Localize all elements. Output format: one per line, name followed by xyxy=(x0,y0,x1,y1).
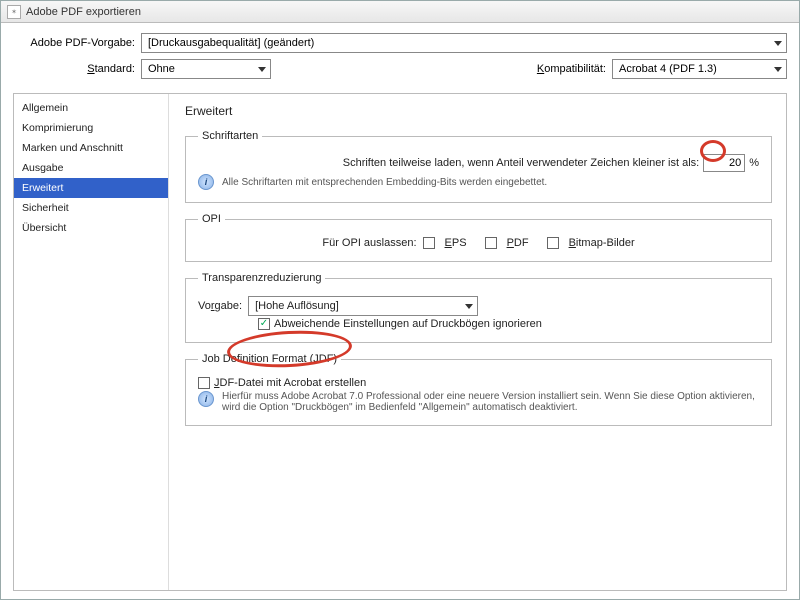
jdf-hint: Hierfür muss Adobe Acrobat 7.0 Professio… xyxy=(222,391,759,413)
trans-override-checkbox[interactable]: ✓ xyxy=(258,318,270,330)
trans-preset-value: [Hohe Auflösung] xyxy=(255,300,339,312)
compat-dropdown[interactable]: Acrobat 4 (PDF 1.3) xyxy=(612,59,787,79)
jdf-cb-row: JDF-Datei mit Acrobat erstellen xyxy=(198,377,759,389)
window-title: Adobe PDF exportieren xyxy=(26,6,141,18)
fonts-hint-row: i Alle Schriftarten mit entsprechenden E… xyxy=(198,174,759,190)
sidebar-item-marks-bleed[interactable]: Marken und Anschnitt xyxy=(14,138,168,158)
opi-legend: OPI xyxy=(198,213,225,225)
sidebar-item-general[interactable]: Allgemein xyxy=(14,98,168,118)
main-panel: Erweitert Schriftarten Schriften teilwei… xyxy=(169,94,786,590)
trans-preset-row: Vorgabe: [Hohe Auflösung] xyxy=(198,296,759,316)
jdf-hint-row: i Hierfür muss Adobe Acrobat 7.0 Profess… xyxy=(198,391,759,413)
standard-label: Standard: xyxy=(13,63,135,75)
sidebar-item-security[interactable]: Sicherheit xyxy=(14,198,168,218)
dialog-body: Adobe PDF-Vorgabe: [Druckausgabequalität… xyxy=(1,23,799,599)
jdf-create-label: JDF-Datei mit Acrobat erstellen xyxy=(214,377,366,389)
titlebar: ✶ Adobe PDF exportieren xyxy=(1,1,799,23)
compat-label: Kompatibilität: xyxy=(537,63,606,75)
sidebar-item-compression[interactable]: Komprimierung xyxy=(14,118,168,138)
fonts-subset-suffix: % xyxy=(749,157,759,169)
trans-preset-label: Vorgabe: xyxy=(198,300,242,312)
content-area: Allgemein Komprimierung Marken und Ansch… xyxy=(13,93,787,591)
trans-override-label: Abweichende Einstellungen auf Druckbögen… xyxy=(274,318,542,330)
jdf-create-checkbox[interactable] xyxy=(198,377,210,389)
standard-dropdown[interactable]: Ohne xyxy=(141,59,271,79)
jdf-legend: Job Definition Format (JDF) xyxy=(198,353,341,365)
sidebar: Allgemein Komprimierung Marken und Ansch… xyxy=(14,94,169,590)
jdf-fieldset: Job Definition Format (JDF) JDF-Datei mi… xyxy=(185,353,772,426)
preset-value: [Druckausgabequalität] (geändert) xyxy=(148,37,314,49)
opi-pdf-checkbox[interactable] xyxy=(485,237,497,249)
preset-row: Adobe PDF-Vorgabe: [Druckausgabequalität… xyxy=(13,33,787,53)
trans-preset-dropdown[interactable]: [Hohe Auflösung] xyxy=(248,296,478,316)
fonts-subset-row: Schriften teilweise laden, wenn Anteil v… xyxy=(198,154,759,172)
sidebar-item-output[interactable]: Ausgabe xyxy=(14,158,168,178)
standard-value: Ohne xyxy=(148,63,175,75)
sidebar-item-advanced[interactable]: Erweitert xyxy=(14,178,168,198)
standard-compat-row: Standard: Ohne Kompatibilität: Acrobat 4… xyxy=(13,59,787,79)
fonts-fieldset: Schriftarten Schriften teilweise laden, … xyxy=(185,130,772,203)
opi-label: Für OPI auslassen: xyxy=(322,237,416,249)
page-title: Erweitert xyxy=(185,104,772,118)
transparency-legend: Transparenzreduzierung xyxy=(198,272,325,284)
preset-dropdown[interactable]: [Druckausgabequalität] (geändert) xyxy=(141,33,787,53)
opi-bitmap-checkbox[interactable] xyxy=(547,237,559,249)
export-pdf-dialog: ✶ Adobe PDF exportieren Adobe PDF-Vorgab… xyxy=(0,0,800,600)
fonts-hint: Alle Schriftarten mit entsprechenden Emb… xyxy=(222,177,547,188)
fonts-legend: Schriftarten xyxy=(198,130,262,142)
trans-override-row: ✓ Abweichende Einstellungen auf Druckbög… xyxy=(258,318,759,330)
info-icon: i xyxy=(198,391,214,407)
opi-bitmap-label: Bitmap-Bilder xyxy=(569,237,635,249)
opi-eps-checkbox[interactable] xyxy=(423,237,435,249)
fonts-subset-label: Schriften teilweise laden, wenn Anteil v… xyxy=(343,157,699,169)
compat-value: Acrobat 4 (PDF 1.3) xyxy=(619,63,717,75)
info-icon: i xyxy=(198,174,214,190)
transparency-fieldset: Transparenzreduzierung Vorgabe: [Hohe Au… xyxy=(185,272,772,343)
opi-eps-label: EPS xyxy=(445,237,467,249)
opi-fieldset: OPI Für OPI auslassen: EPS PDF Bitmap-Bi… xyxy=(185,213,772,262)
opi-pdf-label: PDF xyxy=(507,237,529,249)
fonts-subset-input[interactable] xyxy=(703,154,745,172)
top-controls: Adobe PDF-Vorgabe: [Druckausgabequalität… xyxy=(13,33,787,85)
opi-row: Für OPI auslassen: EPS PDF Bitmap-Bilder xyxy=(198,237,759,249)
preset-label: Adobe PDF-Vorgabe: xyxy=(13,37,135,49)
sidebar-item-summary[interactable]: Übersicht xyxy=(14,218,168,238)
app-icon: ✶ xyxy=(7,5,21,19)
